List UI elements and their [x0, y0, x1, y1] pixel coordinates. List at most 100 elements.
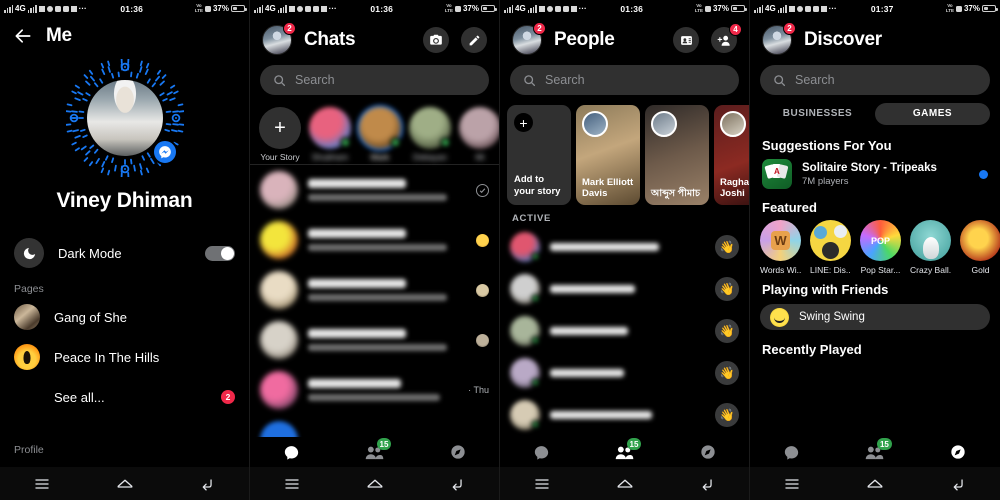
search-input[interactable]: Search — [510, 65, 739, 95]
story-item[interactable]: Debayan — [408, 107, 452, 162]
wave-hand-icon[interactable]: 👋 — [715, 361, 739, 385]
avatar[interactable]: 2 — [762, 22, 796, 55]
chats-tab[interactable] — [750, 437, 833, 467]
menu-icon[interactable] — [781, 473, 803, 495]
featured-game[interactable]: W Words Wi... — [760, 220, 801, 275]
table-row[interactable] — [250, 215, 499, 265]
search-icon — [524, 74, 536, 86]
featured-game[interactable]: Crazy Ball... — [910, 220, 951, 275]
story-your-story[interactable]: + Your Story — [258, 107, 302, 162]
featured-game[interactable]: LINE: Dis... — [810, 220, 851, 275]
volte-icon: Vo LTE — [444, 3, 453, 13]
menu-icon[interactable] — [281, 473, 303, 495]
card-avatar — [651, 111, 677, 137]
tab-games[interactable]: GAMES — [875, 103, 990, 125]
back-icon[interactable] — [947, 473, 969, 495]
story-card[interactable]: Mark Elliott Davis — [576, 105, 640, 205]
add-person-icon[interactable]: 4 — [711, 23, 742, 53]
story-label: Debayan — [412, 152, 448, 162]
chat-text — [308, 229, 466, 251]
page-avatar — [14, 304, 40, 330]
wave-hand-icon[interactable]: 👋 — [715, 403, 739, 427]
back-arrow-icon[interactable] — [12, 25, 34, 47]
app-icon-5 — [70, 5, 77, 12]
active-status-dot — [531, 294, 540, 303]
network-type-label: 4G — [265, 4, 276, 13]
dark-mode-row[interactable]: Dark Mode — [0, 231, 249, 275]
page-item-gang-of-she[interactable]: Gang of She — [0, 297, 249, 337]
card-label: Add to your story — [514, 174, 561, 197]
dark-mode-toggle[interactable] — [205, 245, 235, 261]
home-icon[interactable] — [614, 473, 636, 495]
people-tab[interactable]: 15 — [833, 437, 916, 467]
page-label: Gang of She — [54, 309, 127, 325]
wave-hand-icon[interactable]: 👋 — [715, 235, 739, 259]
featured-game[interactable]: POP Pop Star... — [860, 220, 901, 275]
avatar[interactable]: 2 — [262, 22, 296, 55]
contact-card-icon[interactable] — [673, 27, 699, 53]
search-input[interactable]: Search — [760, 65, 990, 95]
wave-hand-icon[interactable]: 👋 — [715, 319, 739, 343]
home-icon[interactable] — [114, 473, 136, 495]
tab-businesses[interactable]: BUSINESSES — [760, 103, 875, 125]
avatar-badge: 2 — [783, 22, 796, 35]
table-row[interactable] — [250, 315, 499, 365]
home-icon[interactable] — [364, 473, 386, 495]
suggestion-row[interactable]: A Solitaire Story - Tripeaks 7M players — [750, 158, 1000, 193]
discover-tab[interactable] — [416, 437, 499, 467]
game-icon: W — [760, 220, 801, 261]
messenger-code-ring[interactable] — [65, 59, 184, 177]
back-icon[interactable] — [697, 473, 719, 495]
chats-tab[interactable] — [500, 437, 583, 467]
qr-avatar-wrap[interactable] — [0, 59, 249, 177]
list-item[interactable]: 👋 — [500, 226, 749, 268]
table-row[interactable] — [250, 265, 499, 315]
volte-icon: Vo LTE — [194, 3, 203, 13]
app-icon-3 — [804, 5, 811, 12]
featured-game[interactable]: Gold — [960, 220, 1000, 275]
person-avatar — [510, 232, 540, 262]
story-label: Mark — [370, 152, 390, 162]
add-to-story-card[interactable]: + Add to your story — [507, 105, 571, 205]
profile-section-title: Profile — [14, 444, 44, 456]
search-input[interactable]: Search — [260, 65, 489, 95]
compose-pencil-icon[interactable] — [461, 27, 487, 53]
story-item[interactable]: Shubham — [308, 107, 352, 162]
list-item[interactable]: 👋 — [500, 310, 749, 352]
avatar-badge: 2 — [533, 22, 546, 35]
story-card[interactable]: Ragha Joshi — [714, 105, 749, 205]
suggestion-text: Solitaire Story - Tripeaks 7M players — [802, 162, 969, 187]
back-icon[interactable] — [197, 473, 219, 495]
person-name — [550, 327, 628, 335]
menu-icon[interactable] — [31, 473, 53, 495]
avatar[interactable]: 2 — [512, 22, 546, 55]
chats-tab[interactable] — [250, 437, 333, 467]
see-all-row[interactable]: See all... 2 — [0, 377, 249, 417]
home-icon[interactable] — [864, 473, 886, 495]
messenger-tab-bar: 15 — [750, 437, 1000, 467]
wave-hand-icon[interactable]: 👋 — [715, 277, 739, 301]
discover-tab[interactable] — [666, 437, 749, 467]
menu-icon[interactable] — [531, 473, 553, 495]
story-card[interactable]: আব্দুস পীমাচ — [645, 105, 709, 205]
app-icon-1 — [38, 5, 45, 12]
active-status-dot — [531, 420, 540, 429]
people-tab[interactable]: 15 — [333, 437, 416, 467]
status-bar-left: 4G ··· — [4, 4, 87, 13]
table-row[interactable]: · Thu — [250, 365, 499, 415]
discover-tab[interactable] — [917, 437, 1000, 467]
chat-name — [308, 279, 406, 288]
story-item[interactable]: Mi — [458, 107, 499, 162]
story-item[interactable]: Mark — [358, 107, 402, 162]
back-icon[interactable] — [447, 473, 469, 495]
chat-bubble-icon — [534, 445, 549, 460]
people-tab[interactable]: 15 — [583, 437, 666, 467]
list-item[interactable]: 👋 — [500, 352, 749, 394]
table-row[interactable] — [250, 165, 499, 215]
list-item[interactable]: 👋 — [500, 268, 749, 310]
page-item-peace-in-the-hills[interactable]: Peace In The Hills — [0, 337, 249, 377]
camera-icon[interactable] — [423, 27, 449, 53]
list-item[interactable]: 👋 — [500, 394, 749, 436]
chat-timestamp: · Thu — [468, 385, 489, 395]
playing-game-pill[interactable]: Swing Swing — [760, 304, 990, 330]
